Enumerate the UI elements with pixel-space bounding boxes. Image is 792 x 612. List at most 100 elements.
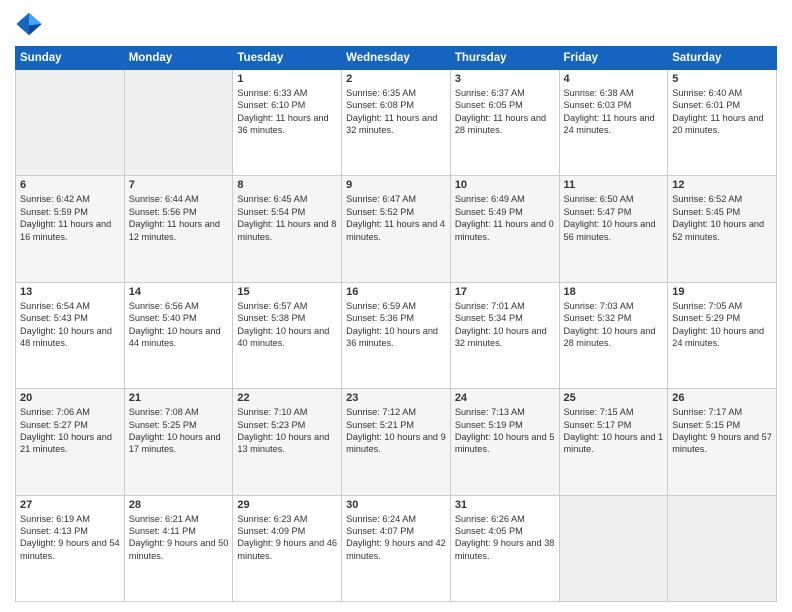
week-row-3: 13Sunrise: 6:54 AMSunset: 5:43 PMDayligh… [16, 282, 777, 388]
day-cell [124, 70, 233, 176]
day-number: 12 [672, 179, 772, 191]
day-cell: 26 Sunrise: 7:17 AMSunset: 5:15 PMDayligh… [668, 389, 777, 495]
day-cell: 16Sunrise: 6:59 AMSunset: 5:36 PMDayligh… [342, 282, 451, 388]
day-cell: 18 Sunrise: 7:03 AMSunset: 5:32 PMDayligh… [559, 282, 668, 388]
day-info: Sunrise: 7:12 AMSunset: 5:21 PMDaylight:… [346, 406, 446, 456]
day-info: Sunrise: 6:45 AMSunset: 5:54 PMDaylight:… [237, 193, 337, 243]
week-row-5: 27Sunrise: 6:19 AMSunset: 4:13 PMDayligh… [16, 495, 777, 601]
day-cell: 17 Sunrise: 7:01 AMSunset: 5:34 PMDayligh… [450, 282, 559, 388]
day-info: Sunrise: 6:57 AMSunset: 5:38 PMDaylight:… [237, 300, 337, 350]
day-number: 1 [237, 73, 337, 85]
day-number: 6 [20, 179, 120, 191]
day-info: Sunrise: 6:23 AMSunset: 4:09 PMDaylight:… [237, 513, 337, 563]
day-info: Sunrise: 7:01 AMSunset: 5:34 PMDaylight:… [455, 300, 555, 350]
day-number: 21 [129, 392, 229, 404]
day-info: Sunrise: 6:21 AMSunset: 4:11 PMDaylight:… [129, 513, 229, 563]
day-cell: 30 Sunrise: 6:24 AMSunset: 4:07 PMDayligh… [342, 495, 451, 601]
day-number: 18 [564, 286, 664, 298]
day-number: 5 [672, 73, 772, 85]
day-cell: 9Sunrise: 6:47 AMSunset: 5:52 PMDaylight… [342, 176, 451, 282]
day-info: Sunrise: 6:35 AMSunset: 6:08 PMDaylight:… [346, 87, 446, 137]
day-cell: 1 Sunrise: 6:33 AMSunset: 6:10 PMDaylight… [233, 70, 342, 176]
day-info: Sunrise: 6:44 AMSunset: 5:56 PMDaylight:… [129, 193, 229, 243]
page: SundayMondayTuesdayWednesdayThursdayFrid… [0, 0, 792, 612]
day-info: Sunrise: 6:37 AMSunset: 6:05 PMDaylight:… [455, 87, 555, 137]
logo-icon [15, 10, 43, 38]
day-info: Sunrise: 6:38 AMSunset: 6:03 PMDaylight:… [564, 87, 664, 137]
day-cell: 11 Sunrise: 6:50 AMSunset: 5:47 PMDayligh… [559, 176, 668, 282]
day-number: 20 [20, 392, 120, 404]
day-number: 29 [237, 499, 337, 511]
day-number: 27 [20, 499, 120, 511]
day-cell [668, 495, 777, 601]
day-cell: 19Sunrise: 7:05 AMSunset: 5:29 PMDayligh… [668, 282, 777, 388]
day-cell: 13Sunrise: 6:54 AMSunset: 5:43 PMDayligh… [16, 282, 125, 388]
day-number: 19 [672, 286, 772, 298]
calendar-body: 1 Sunrise: 6:33 AMSunset: 6:10 PMDaylight… [16, 70, 777, 602]
day-info: Sunrise: 7:13 AMSunset: 5:19 PMDaylight:… [455, 406, 555, 456]
day-header-tuesday: Tuesday [233, 47, 342, 70]
day-info: Sunrise: 6:47 AMSunset: 5:52 PMDaylight:… [346, 193, 446, 243]
day-cell: 2 Sunrise: 6:35 AMSunset: 6:08 PMDaylight… [342, 70, 451, 176]
week-row-2: 6 Sunrise: 6:42 AMSunset: 5:59 PMDaylight… [16, 176, 777, 282]
day-number: 8 [237, 179, 337, 191]
day-info: Sunrise: 6:50 AMSunset: 5:47 PMDaylight:… [564, 193, 664, 243]
day-header-friday: Friday [559, 47, 668, 70]
day-info: Sunrise: 6:59 AMSunset: 5:36 PMDaylight:… [346, 300, 446, 350]
day-number: 25 [564, 392, 664, 404]
day-info: Sunrise: 7:08 AMSunset: 5:25 PMDaylight:… [129, 406, 229, 456]
day-cell: 27Sunrise: 6:19 AMSunset: 4:13 PMDayligh… [16, 495, 125, 601]
day-info: Sunrise: 6:26 AMSunset: 4:05 PMDaylight:… [455, 513, 555, 563]
day-info: Sunrise: 6:33 AMSunset: 6:10 PMDaylight:… [237, 87, 337, 137]
day-info: Sunrise: 6:56 AMSunset: 5:40 PMDaylight:… [129, 300, 229, 350]
day-info: Sunrise: 7:17 AMSunset: 5:15 PMDaylight:… [672, 406, 772, 456]
day-info: Sunrise: 7:10 AMSunset: 5:23 PMDaylight:… [237, 406, 337, 456]
day-number: 30 [346, 499, 446, 511]
day-info: Sunrise: 6:24 AMSunset: 4:07 PMDaylight:… [346, 513, 446, 563]
day-number: 31 [455, 499, 555, 511]
day-cell: 4 Sunrise: 6:38 AMSunset: 6:03 PMDaylight… [559, 70, 668, 176]
day-header-wednesday: Wednesday [342, 47, 451, 70]
day-header-saturday: Saturday [668, 47, 777, 70]
day-info: Sunrise: 7:06 AMSunset: 5:27 PMDaylight:… [20, 406, 120, 456]
calendar-header: SundayMondayTuesdayWednesdayThursdayFrid… [16, 47, 777, 70]
day-number: 7 [129, 179, 229, 191]
day-number: 4 [564, 73, 664, 85]
day-cell: 7 Sunrise: 6:44 AMSunset: 5:56 PMDaylight… [124, 176, 233, 282]
day-number: 17 [455, 286, 555, 298]
day-number: 24 [455, 392, 555, 404]
day-number: 10 [455, 179, 555, 191]
day-cell: 20 Sunrise: 7:06 AMSunset: 5:27 PMDayligh… [16, 389, 125, 495]
day-number: 2 [346, 73, 446, 85]
day-cell: 6 Sunrise: 6:42 AMSunset: 5:59 PMDaylight… [16, 176, 125, 282]
day-header-sunday: Sunday [16, 47, 125, 70]
day-cell: 25 Sunrise: 7:15 AMSunset: 5:17 PMDayligh… [559, 389, 668, 495]
day-info: Sunrise: 6:54 AMSunset: 5:43 PMDaylight:… [20, 300, 120, 350]
day-cell: 31 Sunrise: 6:26 AMSunset: 4:05 PMDayligh… [450, 495, 559, 601]
day-number: 15 [237, 286, 337, 298]
day-info: Sunrise: 7:15 AMSunset: 5:17 PMDaylight:… [564, 406, 664, 456]
day-number: 22 [237, 392, 337, 404]
week-row-1: 1 Sunrise: 6:33 AMSunset: 6:10 PMDaylight… [16, 70, 777, 176]
day-cell: 15 Sunrise: 6:57 AMSunset: 5:38 PMDayligh… [233, 282, 342, 388]
day-info: Sunrise: 7:03 AMSunset: 5:32 PMDaylight:… [564, 300, 664, 350]
header-row: SundayMondayTuesdayWednesdayThursdayFrid… [16, 47, 777, 70]
day-info: Sunrise: 6:52 AMSunset: 5:45 PMDaylight:… [672, 193, 772, 243]
day-info: Sunrise: 6:49 AMSunset: 5:49 PMDaylight:… [455, 193, 555, 243]
day-cell: 22 Sunrise: 7:10 AMSunset: 5:23 PMDayligh… [233, 389, 342, 495]
day-info: Sunrise: 6:42 AMSunset: 5:59 PMDaylight:… [20, 193, 120, 243]
day-cell [16, 70, 125, 176]
day-cell: 3 Sunrise: 6:37 AMSunset: 6:05 PMDaylight… [450, 70, 559, 176]
day-header-monday: Monday [124, 47, 233, 70]
day-header-thursday: Thursday [450, 47, 559, 70]
calendar-table: SundayMondayTuesdayWednesdayThursdayFrid… [15, 46, 777, 602]
day-cell: 10 Sunrise: 6:49 AMSunset: 5:49 PMDayligh… [450, 176, 559, 282]
day-number: 26 [672, 392, 772, 404]
day-cell: 5Sunrise: 6:40 AMSunset: 6:01 PMDaylight… [668, 70, 777, 176]
day-cell: 29 Sunrise: 6:23 AMSunset: 4:09 PMDayligh… [233, 495, 342, 601]
day-number: 3 [455, 73, 555, 85]
day-cell: 28Sunrise: 6:21 AMSunset: 4:11 PMDayligh… [124, 495, 233, 601]
day-number: 11 [564, 179, 664, 191]
day-cell: 21 Sunrise: 7:08 AMSunset: 5:25 PMDayligh… [124, 389, 233, 495]
week-row-4: 20 Sunrise: 7:06 AMSunset: 5:27 PMDayligh… [16, 389, 777, 495]
